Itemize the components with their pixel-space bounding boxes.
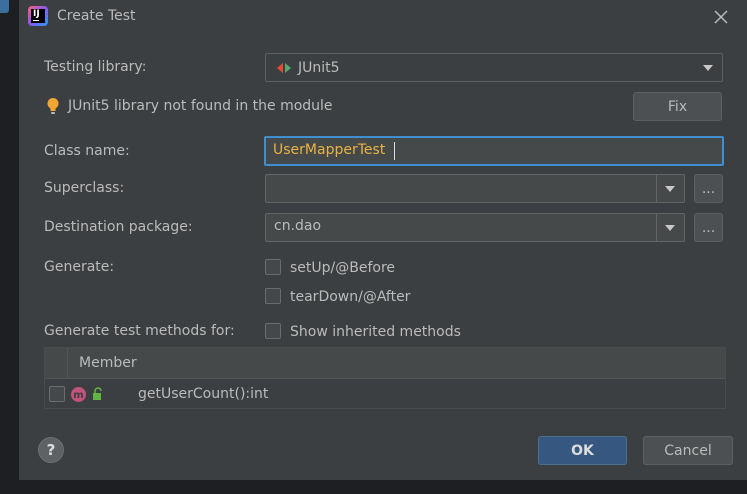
background-bottom-strip bbox=[0, 480, 747, 494]
superclass-browse-button[interactable]: ... bbox=[694, 174, 723, 203]
table-row[interactable]: m getUserCount():int bbox=[45, 379, 725, 409]
testing-library-label: Testing library: bbox=[44, 59, 147, 75]
warning-text: JUnit5 library not found in the module bbox=[68, 98, 333, 114]
class-name-input[interactable]: UserMapperTest bbox=[264, 136, 724, 166]
destination-package-combo[interactable]: cn.dao bbox=[265, 213, 685, 242]
testing-library-value: JUnit5 bbox=[298, 60, 340, 76]
teardown-label: tearDown/@After bbox=[290, 289, 411, 305]
destination-package-label: Destination package: bbox=[44, 219, 193, 235]
destination-browse-button[interactable]: ... bbox=[694, 213, 723, 242]
chevron-down-icon[interactable] bbox=[665, 186, 675, 192]
create-test-dialog: IJ Create Test Testing library: JUnit5 J… bbox=[19, 0, 747, 480]
method-icon: m bbox=[71, 387, 86, 402]
show-inherited-label: Show inherited methods bbox=[290, 324, 461, 340]
show-inherited-checkbox[interactable] bbox=[265, 323, 281, 339]
member-checkbox[interactable] bbox=[49, 386, 65, 402]
close-icon[interactable] bbox=[712, 8, 730, 26]
superclass-combo[interactable] bbox=[265, 174, 685, 203]
ok-button[interactable]: OK bbox=[538, 436, 627, 465]
member-name: getUserCount():int bbox=[138, 386, 269, 402]
teardown-checkbox[interactable] bbox=[265, 288, 281, 304]
member-column-header[interactable]: Member bbox=[79, 355, 137, 371]
setup-label: setUp/@Before bbox=[290, 260, 396, 276]
text-caret bbox=[394, 142, 395, 160]
lightbulb-icon bbox=[47, 98, 59, 114]
chevron-down-icon bbox=[703, 65, 713, 71]
class-name-label: Class name: bbox=[44, 143, 130, 159]
svg-text:m: m bbox=[73, 390, 83, 401]
cancel-button[interactable]: Cancel bbox=[643, 436, 733, 465]
setup-checkbox[interactable] bbox=[265, 259, 281, 275]
help-icon[interactable]: ? bbox=[38, 437, 64, 463]
testing-library-select[interactable]: JUnit5 bbox=[265, 53, 723, 82]
background-tab-marker bbox=[0, 0, 9, 13]
superclass-label: Superclass: bbox=[44, 180, 125, 196]
title-bar[interactable]: IJ Create Test bbox=[19, 0, 747, 34]
generate-methods-label: Generate test methods for: bbox=[44, 323, 235, 339]
generate-label: Generate: bbox=[44, 259, 115, 275]
background-editor-strip bbox=[0, 0, 19, 494]
class-name-value: UserMapperTest bbox=[273, 142, 386, 158]
chevron-down-icon[interactable] bbox=[665, 225, 675, 231]
destination-package-value: cn.dao bbox=[274, 218, 322, 234]
fix-button[interactable]: Fix bbox=[633, 92, 722, 121]
table-header: Member bbox=[45, 348, 725, 379]
junit-arrows-icon bbox=[277, 63, 291, 73]
unlocked-icon bbox=[93, 387, 102, 400]
dialog-title: Create Test bbox=[57, 8, 136, 24]
intellij-app-icon: IJ bbox=[28, 6, 48, 26]
members-table: Member m getUserCount():int bbox=[44, 347, 726, 409]
